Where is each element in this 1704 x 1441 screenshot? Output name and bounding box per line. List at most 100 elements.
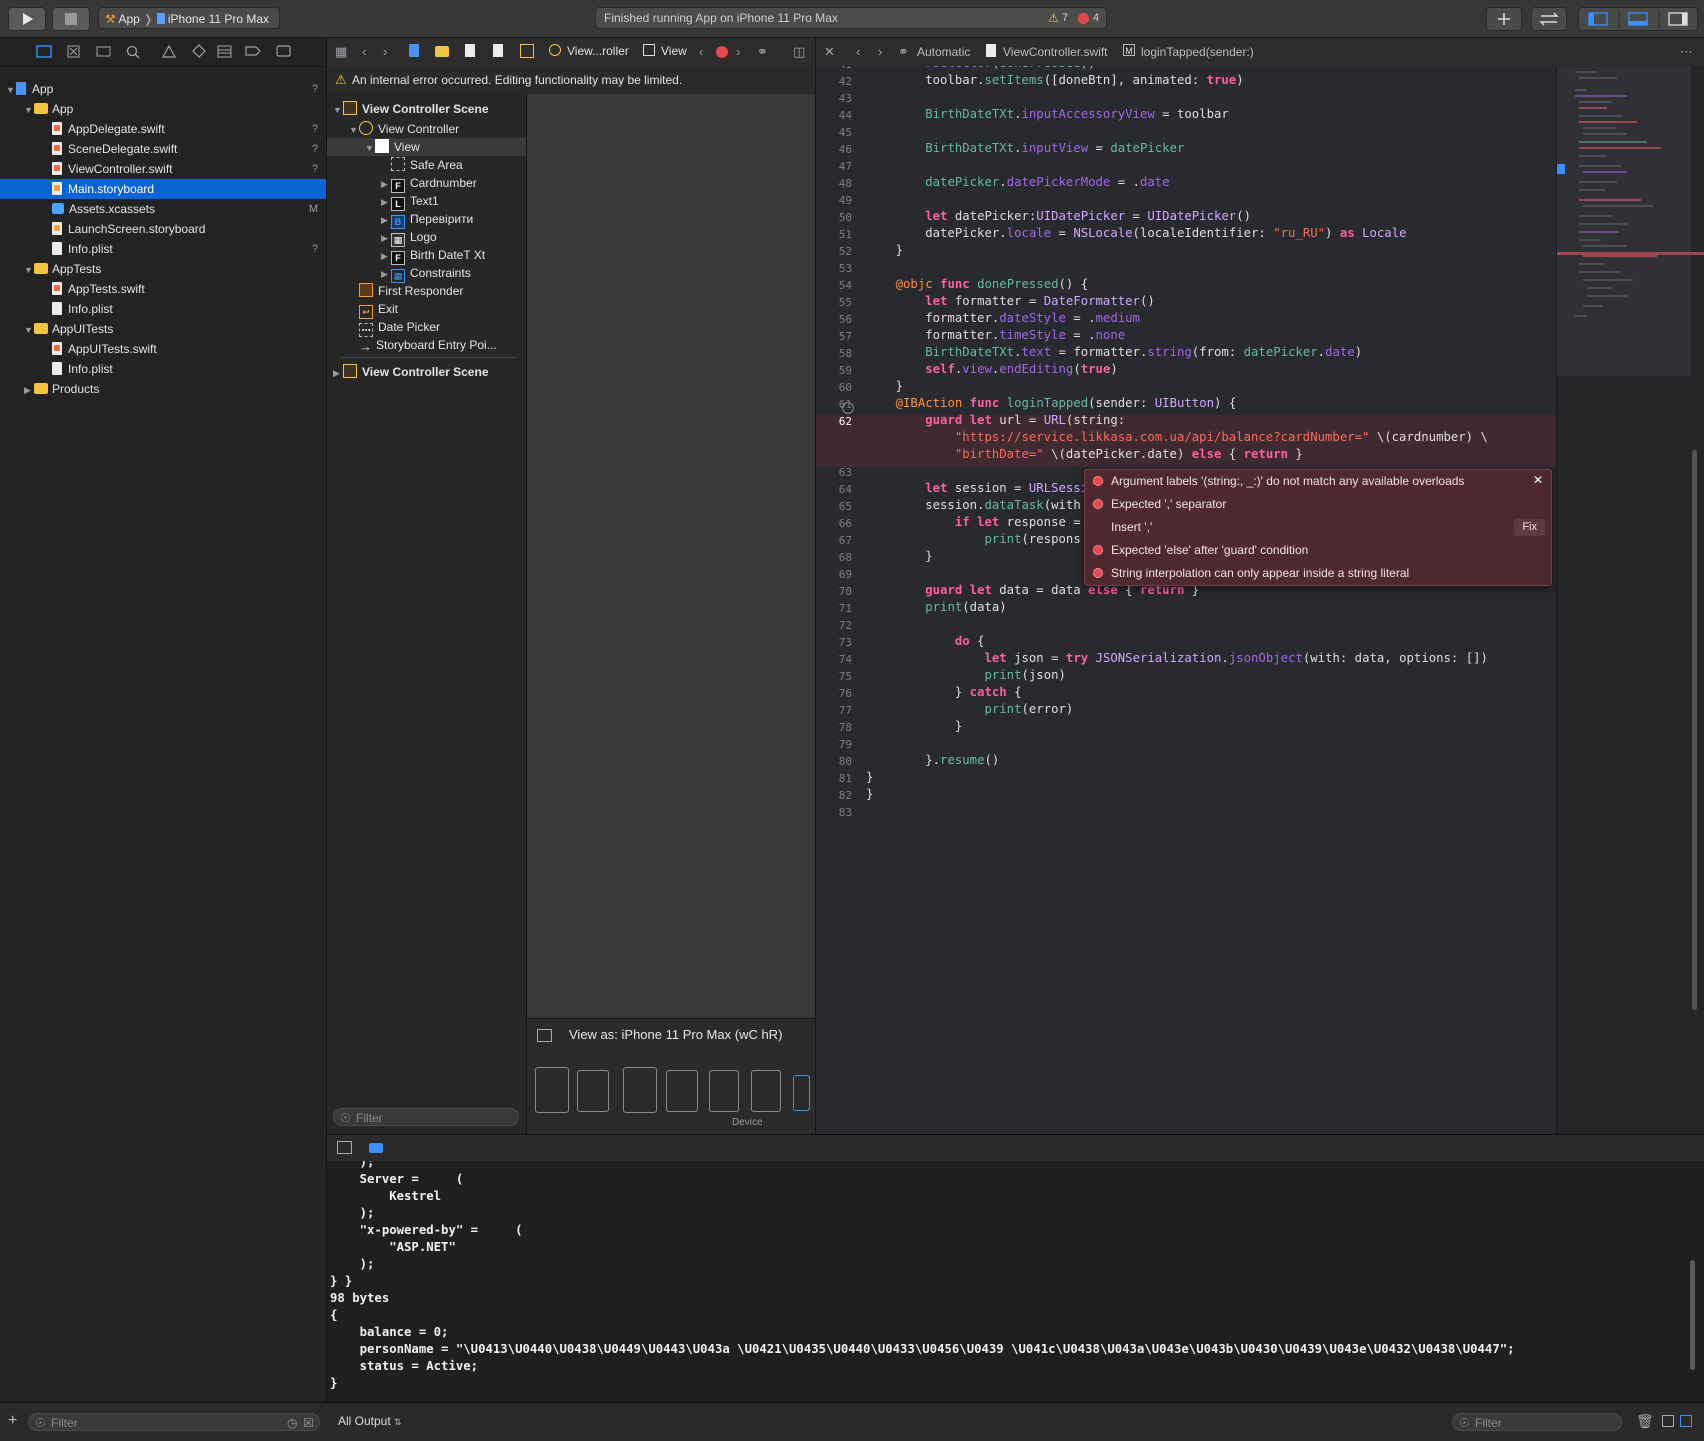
disclosure-triangle-icon[interactable]: ▼ [365,139,375,157]
error-message-row[interactable]: Argument labels '(string:, _:)' do not m… [1085,470,1551,493]
code-line[interactable]: self.view.endEditing(true) [866,362,1118,376]
line-number[interactable]: 58 [816,347,852,360]
outline-item[interactable]: ▶ F Cardnumber [327,174,526,193]
code-line[interactable]: } [866,787,873,801]
navigator-item[interactable]: ▼ App [0,99,326,119]
outline-item[interactable]: First Responder [327,282,526,300]
device-option-ipad-pro-12[interactable] [535,1067,569,1113]
disclosure-triangle-icon[interactable]: ▼ [333,101,343,119]
line-number[interactable]: 60 [816,381,852,394]
warning-icon[interactable]: ⚠ [1048,8,1059,28]
disclosure-triangle-icon[interactable]: ▼ [24,100,34,120]
navigator-item[interactable]: AppDelegate.swift? [0,119,326,139]
code-line[interactable]: print(json) [866,668,1065,682]
outline-item[interactable]: ▼ View Controller Scene [327,100,526,118]
navigator-item[interactable]: AppTests.swift [0,279,326,299]
line-number[interactable]: 70 [816,585,852,598]
console-scrollbar[interactable] [1690,1260,1695,1370]
line-number[interactable]: 71 [816,602,852,615]
disclosure-triangle-icon[interactable]: ▼ [24,260,34,280]
add-file-icon[interactable]: + [8,1412,17,1430]
show-console-icon[interactable] [1680,1415,1692,1427]
line-number[interactable]: 59 [816,364,852,377]
navigator-item[interactable]: ▼ AppTests [0,259,326,279]
line-number[interactable]: 52 [816,245,852,258]
error-icon[interactable] [716,46,728,58]
navigator-item[interactable]: Main.storyboard [0,179,326,199]
line-number[interactable]: 74 [816,653,852,666]
code-line[interactable]: datePicker.locale = NSLocale(localeIdent… [866,226,1406,240]
code-line[interactable]: BirthDateTXt.text = formatter.string(fro… [866,345,1362,359]
line-number[interactable]: 43 [816,92,852,105]
disclosure-triangle-icon[interactable]: ▶ [381,247,391,265]
error-message-row[interactable]: Expected ',' separator [1085,493,1551,516]
outline-item[interactable]: Safe Area [327,156,526,174]
line-number[interactable]: 82 [816,789,852,802]
outline-item[interactable]: ▶ L Text1 [327,192,526,211]
line-number[interactable]: 51 [816,228,852,241]
jump-symbol[interactable]: loginTapped(sender:) [1141,45,1254,59]
console-filter-field[interactable]: ☉ Filter [1452,1413,1622,1431]
code-line[interactable]: @IBAction func loginTapped(sender: UIBut… [866,396,1237,410]
device-option-ipad-pro-11[interactable] [577,1070,609,1112]
navigator-item[interactable]: AppUITests.swift [0,339,326,359]
scm-filter-icon[interactable]: ☒ [303,1414,314,1432]
code-line[interactable]: } [866,379,903,393]
line-number[interactable]: 72 [816,619,852,632]
forward-icon[interactable]: › [878,44,882,60]
close-icon[interactable]: ✕ [1533,473,1543,487]
line-number[interactable]: 42 [816,75,852,88]
outline-item[interactable]: → Storyboard Entry Poi... [327,336,526,354]
disclosure-triangle-icon[interactable]: ▶ [333,364,343,382]
storyboard-file-icon[interactable] [493,44,503,57]
line-number[interactable]: 63 [816,466,852,479]
line-number[interactable]: 69 [816,568,852,581]
code-line[interactable]: guard let url = URL(string: [866,413,1125,427]
line-number[interactable]: 47 [816,160,852,173]
breakpoints-toggle-icon[interactable] [369,1143,383,1153]
editor-scrollbar[interactable] [1692,450,1697,1010]
code-line[interactable]: print(data) [866,600,1006,614]
code-line[interactable]: print(error) [866,702,1073,716]
navigator-item[interactable]: Info.plist [0,359,326,379]
forward-icon[interactable]: › [383,44,387,60]
code-line[interactable]: do { [866,634,985,648]
code-line[interactable]: }.resume() [866,753,999,767]
navigator-item[interactable]: ▶ Products [0,379,326,399]
line-number[interactable]: 53 [816,262,852,275]
line-number[interactable]: 75 [816,670,852,683]
connection-outlet-icon[interactable] [842,402,854,414]
line-number[interactable]: 57 [816,330,852,343]
navigator-item[interactable]: ▼ App? [0,79,326,99]
navigator-item[interactable]: Info.plist? [0,239,326,259]
disclosure-triangle-icon[interactable]: ▶ [381,265,391,283]
line-number[interactable]: 46 [816,143,852,156]
line-number[interactable]: 79 [816,738,852,751]
linked-rings-icon[interactable]: ⚭ [757,44,768,60]
disclosure-triangle-icon[interactable]: ▼ [24,320,34,340]
code-line[interactable]: } [866,549,932,563]
outline-filter-field[interactable]: ☉ Filter [333,1108,519,1126]
outline-item[interactable]: ▶ ▦ Logo [327,228,526,247]
library-button[interactable] [1486,7,1522,31]
line-number[interactable]: 62 [816,415,852,428]
jump-mode[interactable]: Automatic [917,45,970,59]
run-button[interactable] [8,7,46,31]
panel-toggles-icon[interactable] [1579,8,1697,30]
outline-item[interactable]: ▶ B Перевірити [327,210,526,229]
code-line[interactable]: if let response = [866,515,1081,529]
code-line[interactable]: toolbar.setItems([doneBtn], animated: tr… [866,73,1243,87]
line-number[interactable]: 80 [816,755,852,768]
device-option-ipad-mini[interactable] [666,1070,698,1112]
device-option-iphone-8[interactable] [709,1070,739,1112]
grid-icon[interactable]: ▦ [335,44,347,60]
error-icon[interactable] [1078,13,1089,24]
code-line[interactable]: BirthDateTXt.inputAccessoryView = toolba… [866,107,1229,121]
code-line[interactable]: "birthDate=" \(datePicker.date) else { r… [866,447,1303,461]
breadcrumb-view[interactable]: View [661,44,687,58]
code-line[interactable]: let formatter = DateFormatter() [866,294,1155,308]
jump-file[interactable]: ViewController.swift [1003,45,1107,59]
back-icon[interactable]: ‹ [362,44,366,60]
line-number[interactable]: 49 [816,194,852,207]
show-variables-icon[interactable] [1662,1415,1674,1427]
